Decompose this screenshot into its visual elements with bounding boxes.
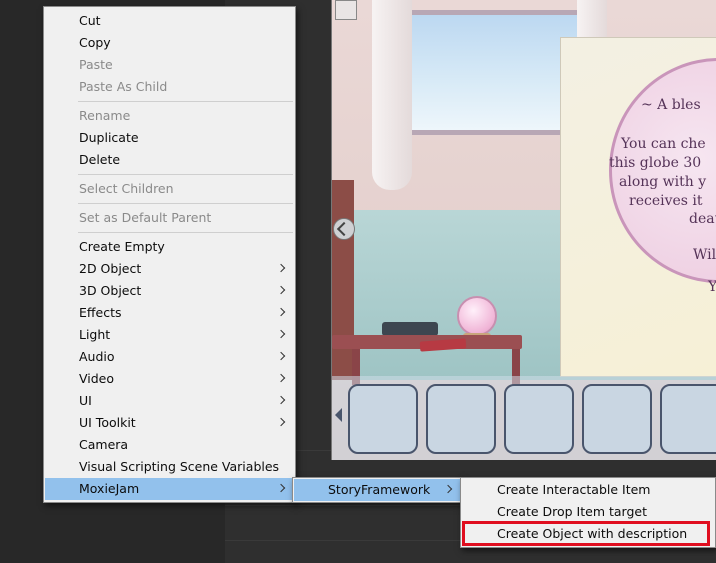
menu-item-set-default-parent[interactable]: Set as Default Parent	[45, 207, 294, 229]
chevron-right-icon	[276, 395, 286, 405]
menu-item-paste-as-child[interactable]: Paste As Child	[45, 76, 294, 98]
menu-item-ui[interactable]: UI	[45, 390, 294, 412]
menu-item-label: Visual Scripting Scene Variables	[79, 459, 280, 474]
menu-item-rename[interactable]: Rename	[45, 105, 294, 127]
menu-item-label: Set as Default Parent	[79, 210, 212, 225]
inventory-slot[interactable]	[348, 384, 418, 454]
hierarchy-context-menu: Cut Copy Paste Paste As Child Rename Dup…	[43, 6, 296, 503]
menu-item-label: Paste As Child	[79, 79, 168, 94]
description-line: receives it	[629, 193, 703, 209]
menu-item-label: 2D Object	[79, 261, 142, 276]
chevron-right-icon	[443, 484, 453, 494]
inventory-slot[interactable]	[660, 384, 716, 454]
moxiejam-submenu: StoryFramework	[292, 477, 463, 503]
menu-item-label: 3D Object	[79, 283, 142, 298]
menu-item-label: Paste	[79, 57, 113, 72]
menu-item-label: Copy	[79, 35, 111, 50]
menu-item-label: UI Toolkit	[79, 415, 136, 430]
menu-item-camera[interactable]: Camera	[45, 434, 294, 456]
menu-item-label: Cut	[79, 13, 101, 28]
menu-item-label: Create Empty	[79, 239, 165, 254]
menu-item-delete[interactable]: Delete	[45, 149, 294, 171]
inventory-bar	[332, 376, 716, 460]
menu-item-storyframework[interactable]: StoryFramework	[294, 479, 461, 501]
game-view[interactable]: ~ A bles You can che this globe 30 along…	[331, 0, 716, 460]
menu-item-label: MoxieJam	[79, 481, 140, 496]
curtain-left	[372, 0, 412, 190]
menu-item-label: Delete	[79, 152, 121, 167]
chevron-right-icon	[276, 373, 286, 383]
inventory-slot[interactable]	[426, 384, 496, 454]
menu-separator	[78, 203, 293, 204]
menu-item-cut[interactable]: Cut	[45, 10, 294, 32]
menu-item-light[interactable]: Light	[45, 324, 294, 346]
menu-item-label: StoryFramework	[328, 482, 431, 497]
scene-tool-icon[interactable]	[335, 0, 357, 20]
chevron-right-icon	[276, 285, 286, 295]
description-line: ~ A bles	[641, 97, 701, 113]
menu-item-3d-object[interactable]: 3D Object	[45, 280, 294, 302]
description-panel: ~ A bles You can che this globe 30 along…	[560, 37, 716, 377]
menu-item-label: UI	[79, 393, 92, 408]
menu-item-label: Rename	[79, 108, 131, 123]
description-line: this globe 30	[609, 155, 702, 171]
description-line: Y	[708, 278, 716, 297]
description-line: death	[689, 211, 716, 227]
menu-item-paste[interactable]: Paste	[45, 54, 294, 76]
menu-item-label: Light	[79, 327, 111, 342]
annotation-highlight-box	[462, 521, 710, 546]
menu-item-label: Create Drop Item target	[497, 504, 647, 519]
menu-item-label: Video	[79, 371, 115, 386]
menu-item-video[interactable]: Video	[45, 368, 294, 390]
inventory-left-arrow-icon[interactable]	[335, 408, 342, 422]
menu-separator	[78, 101, 293, 102]
chevron-right-icon	[276, 263, 286, 273]
menu-item-label: Effects	[79, 305, 122, 320]
chevron-right-icon	[276, 329, 286, 339]
door	[332, 180, 354, 380]
chevron-right-icon	[276, 307, 286, 317]
menu-item-create-drop-item-target[interactable]: Create Drop Item target	[462, 501, 714, 523]
chevron-right-icon	[276, 483, 286, 493]
menu-item-select-children[interactable]: Select Children	[45, 178, 294, 200]
menu-item-label: Select Children	[79, 181, 174, 196]
menu-item-moxiejam[interactable]: MoxieJam	[45, 478, 294, 500]
menu-item-label: Duplicate	[79, 130, 139, 145]
chevron-right-icon	[276, 417, 286, 427]
menu-item-label: Camera	[79, 437, 129, 452]
chevron-right-icon	[276, 351, 286, 361]
menu-item-visual-scripting-scene-variables[interactable]: Visual Scripting Scene Variables	[45, 456, 294, 478]
menu-item-effects[interactable]: Effects	[45, 302, 294, 324]
description-line: You can che	[621, 136, 706, 152]
menu-item-create-empty[interactable]: Create Empty	[45, 236, 294, 258]
menu-item-duplicate[interactable]: Duplicate	[45, 127, 294, 149]
radio-prop	[382, 322, 438, 336]
description-line: along with y	[619, 174, 707, 190]
menu-item-2d-object[interactable]: 2D Object	[45, 258, 294, 280]
heart-globe	[457, 296, 497, 336]
menu-item-ui-toolkit[interactable]: UI Toolkit	[45, 412, 294, 434]
menu-item-label: Audio	[79, 349, 115, 364]
menu-item-audio[interactable]: Audio	[45, 346, 294, 368]
menu-separator	[78, 232, 293, 233]
menu-item-create-interactable-item[interactable]: Create Interactable Item	[462, 479, 714, 501]
scene-nav-back-icon[interactable]	[333, 218, 355, 240]
inventory-slot[interactable]	[504, 384, 574, 454]
menu-item-label: Create Interactable Item	[497, 482, 651, 497]
menu-item-copy[interactable]: Copy	[45, 32, 294, 54]
inventory-slot[interactable]	[582, 384, 652, 454]
description-line: Will	[693, 247, 716, 263]
menu-separator	[78, 174, 293, 175]
